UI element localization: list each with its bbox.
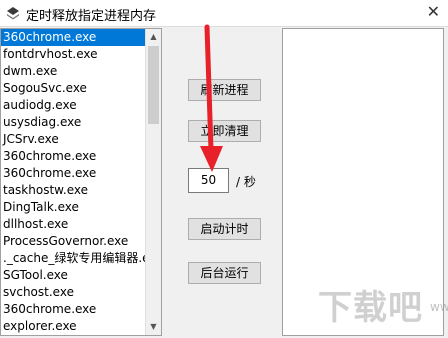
process-list-item[interactable]: JCSrv.exe xyxy=(1,131,161,148)
process-list-item[interactable]: SGTool.exe xyxy=(1,267,161,284)
watermark-sub: www xyxy=(430,300,448,314)
process-list-item[interactable]: svchost.exe xyxy=(1,284,161,301)
app-icon xyxy=(7,7,19,20)
close-icon[interactable]: ✕ xyxy=(427,3,440,21)
refresh-process-button[interactable]: 刷新进程 xyxy=(188,79,261,101)
process-list-items: 360chrome.exe fontdrvhost.exe dwm.exe Sogou… xyxy=(1,29,161,335)
process-list-item[interactable]: 360chrome.exe xyxy=(1,165,161,182)
process-list-item[interactable]: taskhostw.exe xyxy=(1,182,161,199)
watermark-logo: 下载吧 xyxy=(318,288,423,328)
process-list-item[interactable]: ._cache_绿软专用编辑器.exe xyxy=(1,250,161,267)
title-bar: 定时释放指定进程内存 ✕ xyxy=(0,0,448,27)
process-list-item[interactable]: 360chrome.exe xyxy=(1,148,161,165)
clear-now-button[interactable]: 立即清理 xyxy=(188,120,261,142)
process-list-item[interactable]: dllhost.exe xyxy=(1,216,161,233)
process-list-item[interactable]: SogouSvc.exe xyxy=(1,80,161,97)
process-list-item[interactable]: audiodg.exe xyxy=(1,97,161,114)
interval-unit-label: / 秒 xyxy=(236,175,256,189)
process-list-item[interactable]: usysdiag.exe xyxy=(1,114,161,131)
vertical-scrollbar[interactable]: ▲ ▼ xyxy=(145,29,161,335)
process-list-item[interactable]: fontdrvhost.exe xyxy=(1,46,161,63)
interval-input[interactable]: 50 xyxy=(188,168,229,193)
process-list-item[interactable]: dwm.exe xyxy=(1,63,161,80)
window-title: 定时释放指定进程内存 xyxy=(26,9,157,24)
scroll-up-icon[interactable]: ▲ xyxy=(146,29,161,45)
process-list-item[interactable]: 360chrome.exe xyxy=(1,301,161,318)
start-timer-button[interactable]: 启动计时 xyxy=(188,218,261,240)
process-list-item[interactable]: ProcessGovernor.exe xyxy=(1,233,161,250)
process-list[interactable]: 360chrome.exe fontdrvhost.exe dwm.exe Sogou… xyxy=(0,28,162,336)
scroll-down-icon[interactable]: ▼ xyxy=(146,319,161,335)
scroll-thumb[interactable] xyxy=(148,46,159,124)
background-run-button[interactable]: 后台运行 xyxy=(188,262,261,284)
process-list-item[interactable]: explorer.exe xyxy=(1,318,161,335)
process-list-item[interactable]: DingTalk.exe xyxy=(1,199,161,216)
process-list-item[interactable]: 360chrome.exe xyxy=(1,29,148,46)
